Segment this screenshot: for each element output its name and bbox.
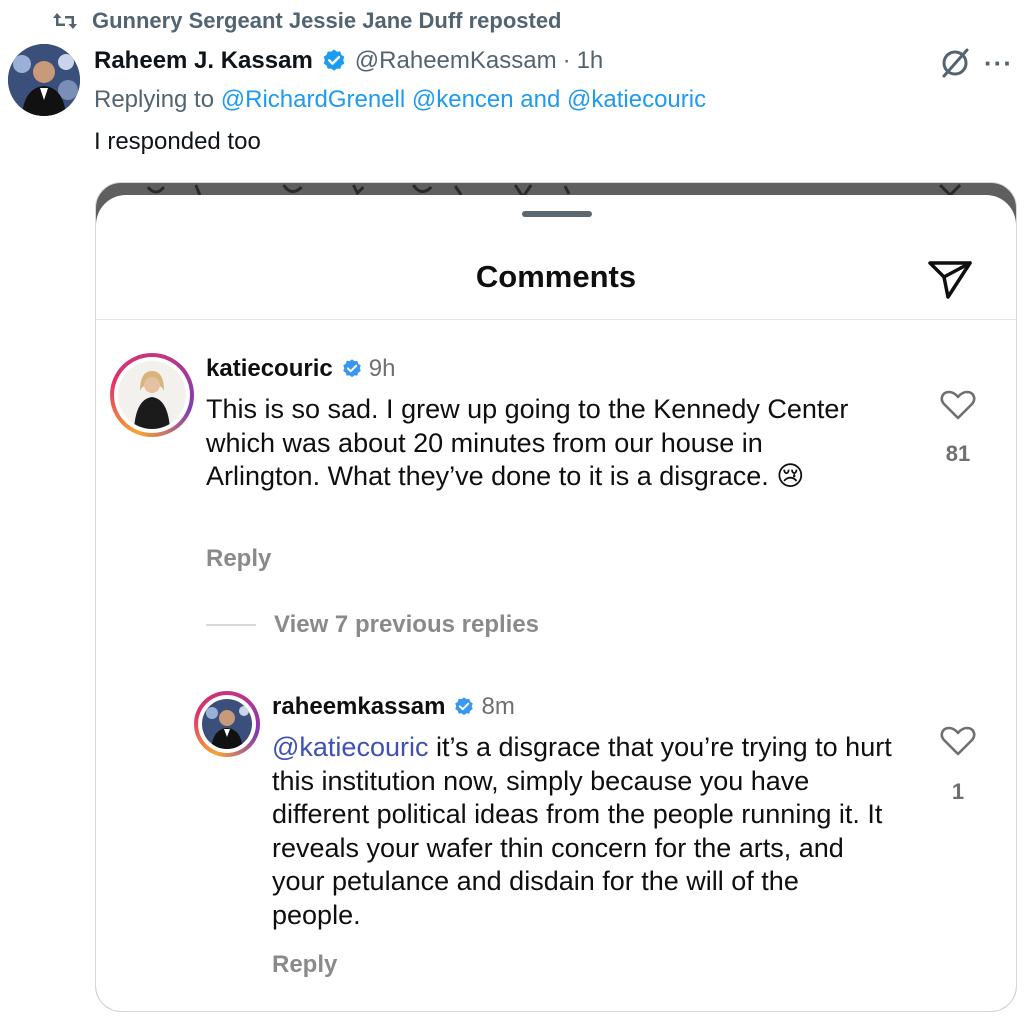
attached-image[interactable]: Comments katiecouric 9h This is so sad. … [95,182,1017,1012]
username-text[interactable]: raheemkassam [272,693,445,721]
tweet-time[interactable]: 1h [577,47,604,75]
repost-indicator: Gunnery Sergeant Jessie Jane Duff repost… [52,6,562,36]
replying-joiner: and [513,86,568,113]
replying-joiner [405,86,412,113]
commenter-avatar[interactable] [110,353,194,437]
comments-title: Comments [475,259,637,294]
verified-badge-icon [341,358,363,380]
replying-prefix: Replying to [94,86,221,113]
commenter-avatar[interactable] [194,691,260,757]
replies-divider [206,624,256,626]
verified-badge-icon[interactable] [321,48,347,74]
view-replies-label[interactable]: View 7 previous replies [274,611,539,639]
replying-to: Replying to @RichardGrenell @kencen and … [94,86,706,114]
like-heart-icon[interactable] [940,725,976,757]
username-text[interactable]: katiecouric [206,355,333,383]
sheet-grabber[interactable] [522,211,592,217]
repost-text[interactable]: Gunnery Sergeant Jessie Jane Duff repost… [92,8,562,34]
comments-sheet: Comments katiecouric 9h This is so sad. … [96,195,1016,1011]
grok-icon[interactable] [938,46,972,85]
comment-username[interactable]: katiecouric 9h [206,355,395,383]
comment-mention-link[interactable]: @katiecouric [272,732,428,762]
tweet-header: Raheem J. Kassam @RaheemKassam · 1h [94,44,603,78]
more-options-icon[interactable]: ··· [984,48,1013,79]
send-icon[interactable] [926,257,974,306]
tweet-text: I responded too [94,128,261,155]
comment-text: @katiecouric it’s a disgrace that you’re… [272,731,892,932]
repost-icon [53,13,77,29]
view-previous-replies[interactable]: View 7 previous replies [206,611,539,639]
verified-badge-icon [453,696,475,718]
reply-button[interactable]: Reply [206,545,271,573]
author-avatar[interactable] [8,44,80,116]
like-count: 81 [945,441,971,466]
mention-link[interactable]: @RichardGrenell [221,86,405,113]
reply-button[interactable]: Reply [272,951,337,979]
author-handle[interactable]: @RaheemKassam [355,47,557,75]
comment-time: 9h [368,355,396,382]
mention-link[interactable]: @katiecouric [567,86,706,113]
comment-text: This is so sad. I grew up going to the K… [206,394,849,491]
like-heart-icon[interactable] [940,389,976,421]
comment-username[interactable]: raheemkassam 8m [272,693,515,721]
comment-time: 8m [481,693,515,720]
author-display-name[interactable]: Raheem J. Kassam [94,47,313,75]
header-divider [96,319,1016,320]
mention-link[interactable]: @kencen [412,86,514,113]
separator-dot: · [562,47,571,74]
like-count: 1 [951,779,965,804]
